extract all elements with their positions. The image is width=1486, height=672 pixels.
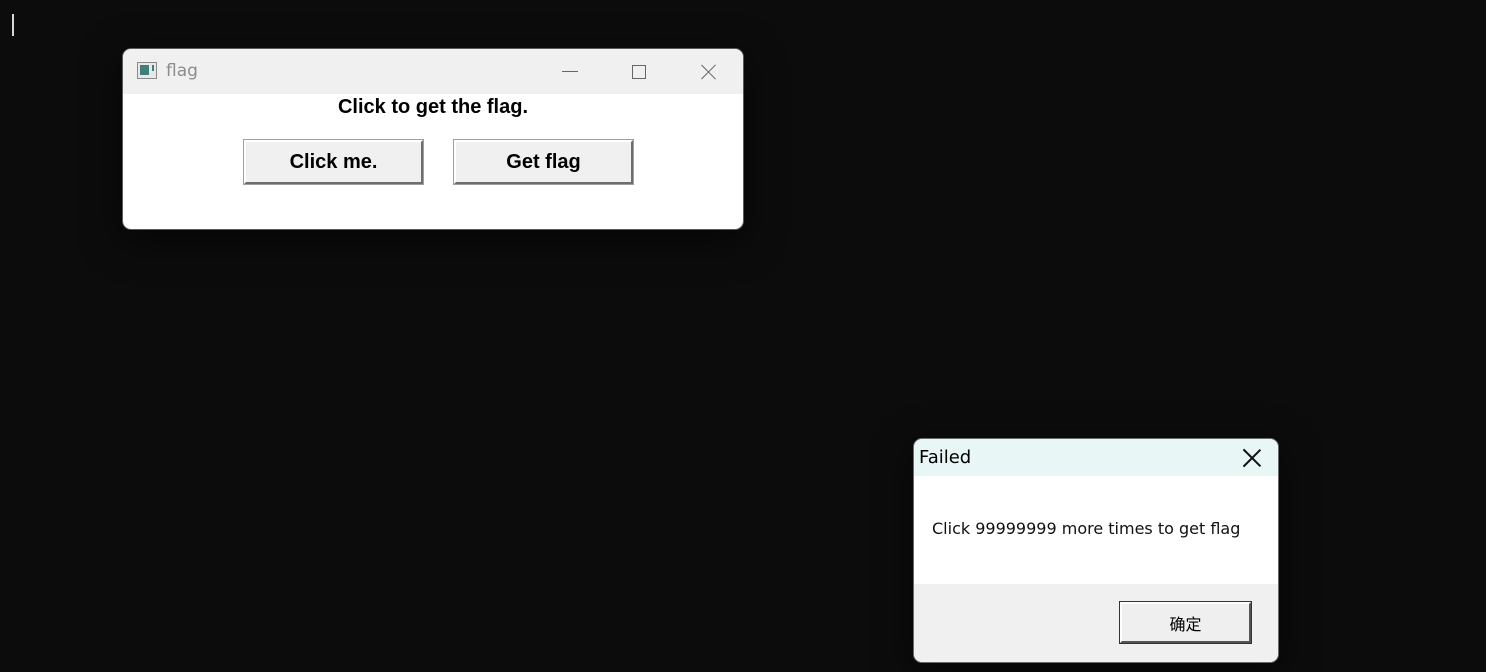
close-icon[interactable] — [1242, 448, 1262, 468]
minimize-icon — [562, 71, 578, 72]
message-box-titlebar[interactable]: Failed — [914, 439, 1278, 476]
click-me-button[interactable]: Click me. — [243, 139, 424, 185]
instruction-label: Click to get the flag. — [337, 96, 529, 118]
message-text: Click 99999999 more times to get flag — [932, 519, 1241, 538]
close-button[interactable] — [686, 49, 732, 94]
flag-window-titlebar[interactable]: flag — [123, 49, 743, 94]
window-title: flag — [166, 61, 198, 81]
maximize-icon — [632, 64, 646, 79]
minimize-button[interactable] — [547, 49, 593, 94]
app-window-icon — [137, 62, 157, 79]
message-box-footer: 确定 — [914, 584, 1278, 662]
maximize-button[interactable] — [616, 49, 662, 94]
flag-window: flag Click to get the flag. Click me. Ge… — [122, 48, 744, 230]
close-icon — [700, 63, 718, 81]
ok-button[interactable]: 确定 — [1119, 601, 1252, 644]
message-box-title: Failed — [919, 447, 972, 468]
text-cursor — [12, 14, 14, 36]
failed-message-box: Failed Click 99999999 more times to get … — [913, 438, 1279, 663]
get-flag-button[interactable]: Get flag — [453, 139, 634, 185]
